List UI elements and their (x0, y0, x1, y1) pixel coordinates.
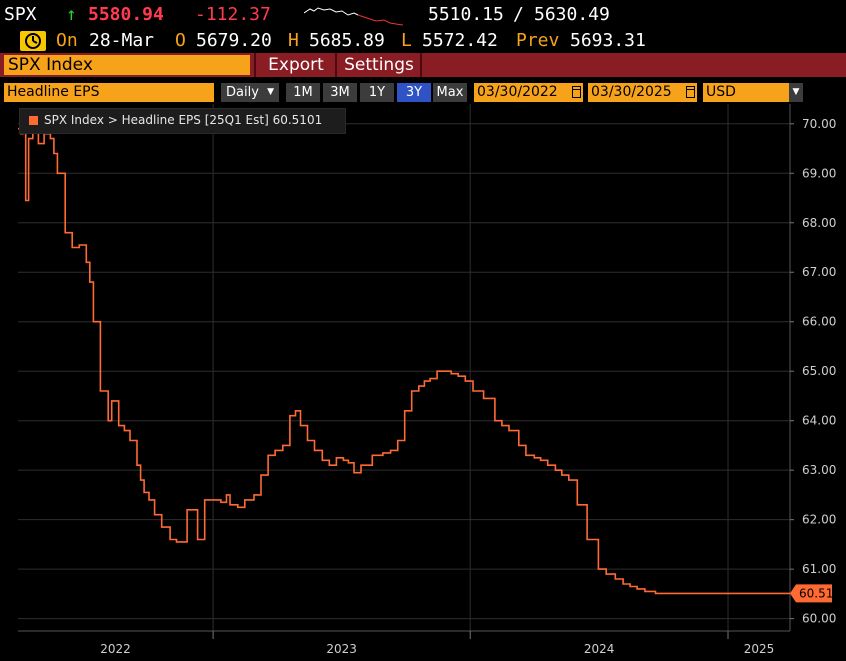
chevron-down-icon: ▼ (267, 87, 274, 97)
clock-icon (20, 31, 46, 51)
on-label: On (56, 30, 78, 51)
period-3y-button[interactable]: 3Y (397, 83, 431, 102)
x-tick-label: 2025 (744, 642, 775, 656)
quote-header: SPX ↑ 5580.94 -112.37 5510.15 / 5630.49 (0, 0, 846, 30)
start-date-value: 03/30/2022 (477, 84, 558, 100)
chevron-down-icon: ▼ (789, 83, 803, 102)
frequency-label: Daily (226, 85, 259, 100)
y-tick-label: 63.00 (802, 463, 836, 477)
export-button[interactable]: Export (258, 53, 334, 77)
net-change: -112.37 (195, 4, 271, 25)
end-date-field[interactable]: 03/30/2025 (588, 83, 697, 102)
calendar-icon[interactable] (686, 86, 695, 98)
currency-value: USD (706, 84, 736, 100)
y-tick-label: 68.00 (802, 216, 836, 230)
prev-label: Prev (516, 30, 560, 51)
sparkline (304, 7, 404, 26)
start-date-field[interactable]: 03/30/2022 (474, 83, 583, 102)
y-tick-label: 65.00 (802, 364, 836, 378)
legend-label: SPX Index > Headline EPS [25Q1 Est] 60.5… (44, 113, 323, 127)
last-value-label: 60.51 (799, 586, 833, 600)
calendar-icon[interactable] (572, 86, 581, 98)
security-field[interactable]: SPX Index (4, 55, 250, 75)
toolbar-divider (335, 53, 337, 77)
y-tick-label: 61.00 (802, 562, 836, 576)
day-low: 5510.15 (428, 4, 504, 25)
y-tick-label: 60.00 (802, 612, 836, 626)
last-value-marker: 60.51 (790, 584, 833, 603)
toolbar-divider (420, 53, 422, 77)
period-max-button[interactable]: Max (433, 83, 467, 102)
toolbar-divider (254, 53, 256, 77)
eps-chart[interactable]: 2022 2023 2024 2025 60.00 61.00 62.00 63.00 64.… (0, 104, 846, 661)
period-1y-button[interactable]: 1Y (360, 83, 394, 102)
prev-value: 5693.31 (570, 30, 646, 51)
period-1m-button[interactable]: 1M (286, 83, 320, 102)
high-label: H (288, 30, 299, 51)
day-high: 5630.49 (534, 4, 610, 25)
x-axis: 2022 2023 2024 2025 (18, 630, 790, 656)
up-arrow-icon: ↑ (66, 4, 77, 25)
y-axis: 60.00 61.00 62.00 63.00 64.00 65.00 66.00 67.00… (789, 104, 836, 631)
y-tick-label: 69.00 (802, 166, 836, 180)
function-toolbar: SPX Index Export Settings (0, 53, 846, 77)
y-tick-label: 66.00 (802, 315, 836, 329)
y-tick-label: 62.00 (802, 513, 836, 527)
low-label: L (401, 30, 412, 51)
legend-swatch (29, 116, 38, 125)
x-tick-label: 2024 (584, 642, 615, 656)
field-selector[interactable]: Headline EPS (4, 83, 214, 102)
end-date-value: 03/30/2025 (591, 84, 672, 100)
quote-date: 28-Mar (89, 30, 155, 51)
low-value: 5572.42 (422, 30, 498, 51)
y-tick-label: 70.00 (802, 117, 836, 131)
x-tick-label: 2023 (326, 642, 357, 656)
range-separator: / (513, 4, 524, 25)
y-tick-label: 67.00 (802, 265, 836, 279)
eps-series-line (18, 122, 790, 595)
ticker: SPX (4, 4, 37, 25)
x-tick-label: 2022 (100, 642, 131, 656)
quote-detail: On 28-Mar O 5679.20 H 5685.89 L 5572.42 … (0, 30, 846, 52)
chart-controls: Headline EPS Daily ▼ 1M 3M 1Y 3Y Max 03/… (0, 81, 846, 104)
last-price: 5580.94 (88, 4, 164, 25)
chart-grid (18, 104, 790, 631)
open-value: 5679.20 (196, 30, 272, 51)
chart-legend: SPX Index > Headline EPS [25Q1 Est] 60.5… (19, 108, 346, 134)
currency-dropdown[interactable]: USD ▼ (703, 83, 803, 102)
settings-button[interactable]: Settings (338, 53, 420, 77)
open-label: O (175, 30, 186, 51)
high-value: 5685.89 (309, 30, 385, 51)
series-layer (18, 122, 790, 595)
y-tick-label: 64.00 (802, 414, 836, 428)
period-3m-button[interactable]: 3M (323, 83, 357, 102)
frequency-dropdown[interactable]: Daily ▼ (221, 83, 279, 102)
